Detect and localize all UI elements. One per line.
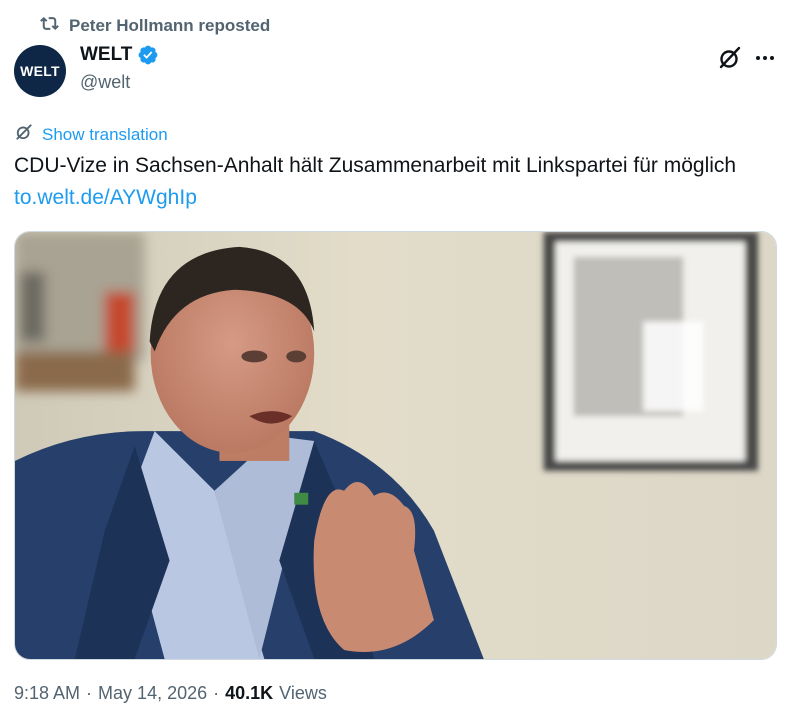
tweet-link[interactable]: to.welt.de/AYWghIp	[14, 186, 197, 209]
tweet-body: CDU-Vize in Sachsen-Anhalt hält Zusammen…	[14, 154, 737, 177]
repost-label: Peter Hollmann reposted	[69, 16, 271, 35]
avatar[interactable]: WELT	[14, 45, 66, 97]
tweet-time[interactable]: 9:18 AM	[14, 683, 80, 704]
photo-canvas	[15, 232, 776, 659]
avatar-text: WELT	[20, 63, 60, 79]
translate-icon	[14, 122, 34, 147]
views-label: Views	[279, 683, 327, 703]
background-shelf	[15, 232, 145, 392]
tweet-text: CDU-Vize in Sachsen-Anhalt hält Zusammen…	[14, 150, 774, 214]
tweet-date[interactable]: May 14, 2026	[98, 683, 207, 704]
more-icon[interactable]	[752, 45, 778, 71]
meta-separator: ·	[213, 683, 220, 703]
background-frame	[543, 232, 759, 471]
author-handle[interactable]: @welt	[80, 72, 130, 93]
views-count[interactable]: 40.1K	[225, 683, 273, 704]
repost-icon	[40, 14, 59, 38]
show-translation-link[interactable]: Show translation	[14, 122, 168, 147]
tweet-meta: 9:18 AM · May 14, 2026 · 40.1K Views	[14, 683, 327, 704]
repost-header[interactable]: Peter Hollmann reposted	[40, 14, 270, 38]
verified-badge-icon	[137, 44, 159, 66]
show-translation-label: Show translation	[42, 124, 168, 144]
author-name[interactable]: WELT	[80, 44, 132, 66]
meta-separator: ·	[86, 683, 93, 703]
tweet-photo[interactable]	[14, 231, 777, 660]
grok-icon[interactable]	[717, 45, 743, 71]
